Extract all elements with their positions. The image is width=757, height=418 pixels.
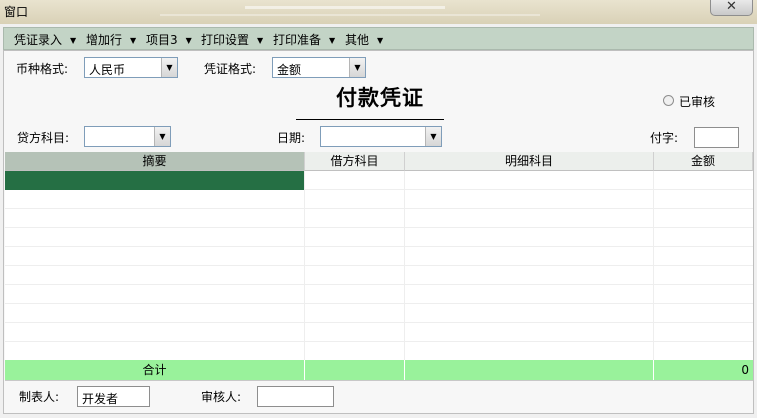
- dropdown-arrow-icon[interactable]: ▼: [161, 58, 177, 77]
- menu-bar: 凭证录入 ▼ 增加行 ▼ 项目3 ▼ 打印设置 ▼ 打印准备 ▼ 其他 ▼: [3, 27, 754, 50]
- menu-add-row[interactable]: 增加行 ▼: [86, 31, 136, 48]
- total-amount: 0: [741, 363, 749, 377]
- currency-select[interactable]: 人民币 ▼: [84, 57, 178, 78]
- column-header-detail-account[interactable]: 明细科目: [405, 152, 654, 171]
- menu-label: 凭证录入: [14, 33, 63, 47]
- voucher-no-input[interactable]: [694, 127, 739, 148]
- preparer-input[interactable]: 开发者: [77, 386, 150, 407]
- table-row[interactable]: [5, 342, 753, 361]
- voucher-no-label: 付字:: [650, 131, 679, 145]
- reviewer-label: 审核人:: [201, 390, 242, 404]
- selected-cell[interactable]: [5, 171, 304, 190]
- window-title-bar[interactable]: 窗口 ✕: [0, 0, 757, 24]
- table-row[interactable]: [5, 266, 753, 285]
- column-header-debit-account[interactable]: 借方科目: [305, 152, 405, 171]
- date-picker[interactable]: ▼: [320, 126, 442, 147]
- dropdown-arrow-icon: ▼: [329, 36, 336, 45]
- column-header-amount[interactable]: 金额: [654, 152, 753, 171]
- dropdown-arrow-icon: ▼: [257, 36, 264, 45]
- menu-other[interactable]: 其他 ▼: [345, 31, 383, 48]
- menu-voucher-entry[interactable]: 凭证录入 ▼: [14, 31, 76, 48]
- table-bottom-border: [5, 380, 753, 381]
- voucher-format-select[interactable]: 金额 ▼: [272, 57, 366, 78]
- voucher-form: 币种格式: 人民币 ▼ 凭证格式: 金额 ▼ 付款凭证 已审核 贷方科目: ▼ …: [3, 50, 754, 414]
- total-detail-cell: [405, 360, 654, 380]
- title-underline: [296, 119, 444, 120]
- dropdown-arrow-icon[interactable]: ▼: [349, 58, 365, 77]
- menu-print-settings[interactable]: 打印设置 ▼: [201, 31, 263, 48]
- menu-item3[interactable]: 项目3 ▼: [146, 31, 192, 48]
- close-icon: ✕: [726, 0, 737, 14]
- window-title: 窗口: [4, 5, 29, 19]
- title-bar-reflection: [160, 14, 540, 16]
- approved-label: 已审核: [679, 95, 716, 109]
- radio-button-icon[interactable]: [663, 95, 674, 106]
- close-button[interactable]: ✕: [710, 0, 753, 16]
- menu-label: 项目3: [146, 33, 178, 47]
- voucher-title: 付款凭证: [336, 86, 424, 110]
- total-debit-cell: [305, 360, 405, 380]
- credit-account-select[interactable]: ▼: [84, 126, 171, 147]
- preparer-label: 制表人:: [19, 390, 60, 404]
- menu-print-prepare[interactable]: 打印准备 ▼: [273, 31, 335, 48]
- table-row[interactable]: [5, 323, 753, 342]
- table-row[interactable]: [5, 247, 753, 266]
- table-row[interactable]: [5, 190, 753, 209]
- title-bar-reflection: [245, 6, 445, 9]
- voucher-format-label: 凭证格式:: [204, 62, 257, 76]
- reviewer-input[interactable]: [257, 386, 334, 407]
- total-label: 合计: [5, 360, 305, 380]
- date-label: 日期:: [277, 131, 306, 145]
- column-header-summary[interactable]: 摘要: [5, 152, 305, 171]
- menu-label: 其他: [345, 33, 370, 47]
- credit-account-label: 贷方科目:: [17, 131, 70, 145]
- table-row[interactable]: [5, 228, 753, 247]
- menu-label: 打印设置: [201, 33, 250, 47]
- dropdown-arrow-icon[interactable]: ▼: [425, 127, 441, 146]
- voucher-entry-table: 摘要 借方科目 明细科目 金额: [5, 152, 753, 381]
- total-row: 合计 0: [5, 360, 753, 380]
- table-row[interactable]: [5, 304, 753, 323]
- dropdown-arrow-icon: ▼: [130, 36, 137, 45]
- table-row[interactable]: [5, 209, 753, 228]
- table-row[interactable]: [5, 285, 753, 304]
- currency-value: 人民币: [89, 63, 126, 77]
- dropdown-arrow-icon: ▼: [377, 36, 384, 45]
- dropdown-arrow-icon: ▼: [70, 36, 77, 45]
- dropdown-arrow-icon: ▼: [185, 36, 192, 45]
- dropdown-arrow-icon[interactable]: ▼: [154, 127, 170, 146]
- currency-format-label: 币种格式:: [16, 62, 69, 76]
- menu-label: 打印准备: [273, 33, 322, 47]
- menu-label: 增加行: [86, 33, 123, 47]
- voucher-format-value: 金额: [277, 63, 302, 77]
